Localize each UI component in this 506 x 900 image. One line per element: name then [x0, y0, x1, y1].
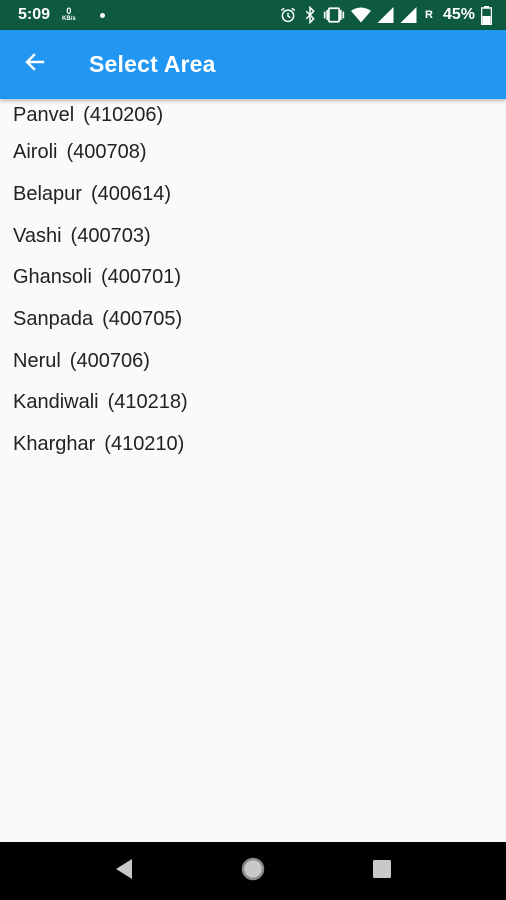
network-speed-value: 0	[66, 6, 72, 16]
nav-home-button[interactable]	[229, 847, 277, 895]
list-item[interactable]: Kharghar (410210)	[0, 424, 506, 466]
notification-dot-icon	[99, 12, 105, 18]
vibrate-icon	[323, 6, 345, 24]
list-item[interactable]: Belapur (400614)	[0, 174, 506, 216]
area-list: Panvel (410206) Airoli (400708) Belapur …	[0, 99, 506, 466]
area-name: Belapur	[13, 183, 82, 206]
nav-recents-button[interactable]	[358, 847, 406, 895]
area-name: Kharghar	[13, 433, 96, 456]
area-pincode: (400705)	[102, 308, 183, 331]
app-bar: Select Area	[0, 30, 506, 99]
area-pincode: (410218)	[107, 391, 188, 414]
home-circle-icon	[240, 856, 266, 887]
alarm-icon	[279, 6, 297, 24]
area-pincode: (410206)	[83, 104, 164, 126]
navigation-bar	[0, 842, 506, 900]
signal-icon	[400, 7, 417, 23]
status-bar: 5:09 0 KB/s R 45%	[0, 0, 506, 30]
status-right: R 45%	[279, 5, 492, 25]
area-name: Sanpada	[13, 308, 94, 331]
area-pincode: (400701)	[100, 266, 181, 289]
list-item[interactable]: Kandiwali (410218)	[0, 382, 506, 424]
list-item[interactable]: Sanpada (400705)	[0, 299, 506, 341]
recents-square-icon	[372, 859, 392, 884]
area-pincode: (400708)	[66, 141, 147, 164]
area-name: Kandiwali	[13, 391, 99, 414]
back-button[interactable]	[11, 41, 59, 89]
arrow-left-icon	[23, 50, 47, 79]
battery-icon	[481, 5, 492, 25]
area-name: Nerul	[13, 349, 61, 372]
nav-back-button[interactable]	[100, 847, 148, 895]
back-triangle-icon	[114, 858, 134, 885]
signal-icon	[377, 7, 394, 23]
battery-percentage: 45%	[442, 6, 475, 23]
area-pincode: (410210)	[104, 433, 185, 456]
page-title: Select Area	[89, 51, 216, 77]
list-item[interactable]: Vashi (400703)	[0, 215, 506, 257]
area-pincode: (400703)	[70, 224, 151, 247]
list-item[interactable]: Airoli (400708)	[0, 132, 506, 174]
list-item[interactable]: Ghansoli (400701)	[0, 257, 506, 299]
area-pincode: (400614)	[90, 183, 171, 206]
network-speed-unit: KB/s	[62, 16, 76, 22]
area-name: Panvel	[13, 104, 75, 126]
roaming-indicator: R	[425, 9, 433, 21]
area-name: Airoli	[13, 141, 58, 164]
status-left: 5:09 0 KB/s	[18, 6, 105, 24]
bluetooth-icon	[303, 6, 317, 24]
area-name: Vashi	[13, 224, 62, 247]
list-item[interactable]: Panvel (410206)	[0, 99, 506, 132]
area-pincode: (400706)	[69, 349, 150, 372]
status-time: 5:09	[18, 6, 51, 23]
network-speed: 0 KB/s	[62, 7, 76, 23]
area-name: Ghansoli	[13, 266, 92, 289]
wifi-icon	[351, 7, 372, 23]
list-item[interactable]: Nerul (400706)	[0, 340, 506, 382]
